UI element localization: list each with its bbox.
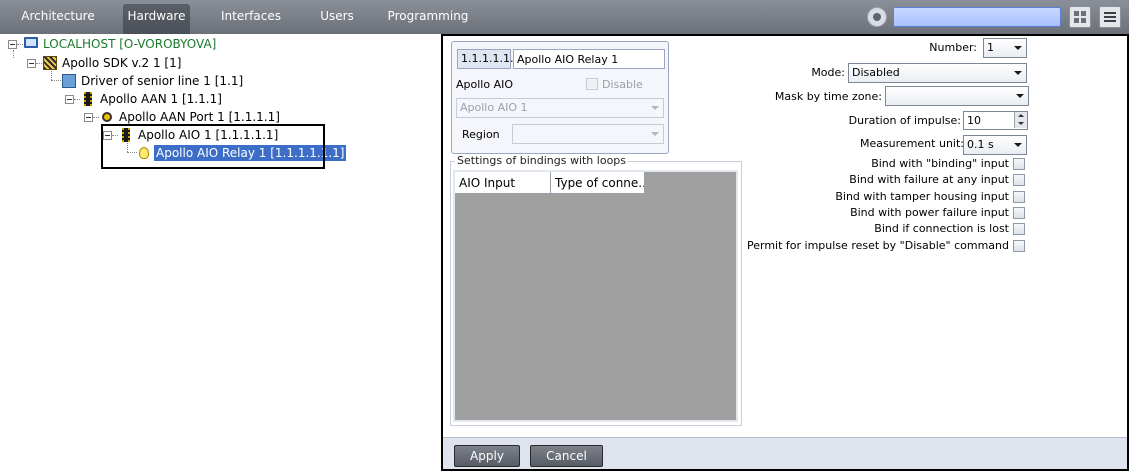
unit-label: Measurement unit: [859, 137, 964, 150]
bindings-title: Settings of bindings with loops [455, 154, 629, 167]
checkbox-label: Bind if connection is lost [874, 222, 1009, 235]
collapse-icon[interactable] [8, 40, 17, 49]
tab-architecture[interactable]: Architecture [14, 4, 102, 34]
top-navigation-bar: Architecture Hardware Interfaces Users P… [0, 0, 1129, 34]
bind-binding-input-checkbox[interactable] [1013, 158, 1025, 170]
bind-tamper-checkbox[interactable] [1013, 191, 1025, 203]
collapse-icon[interactable] [84, 113, 93, 122]
checkbox-label: Bind with "binding" input [871, 157, 1009, 170]
computer-icon [24, 37, 38, 48]
duration-label: Duration of impulse: [848, 114, 961, 127]
tab-hardware[interactable]: Hardware [123, 4, 190, 34]
settings-panel: 1.1.1.1.1. Apollo AIO Disable Apollo AIO… [441, 34, 1129, 471]
tree-node-label: Driver of senior line 1 [1.1] [81, 74, 244, 88]
checkbox-label: Bind with tamper housing input [835, 190, 1009, 203]
mode-select-value: Disabled [852, 66, 900, 79]
mode-select[interactable]: Disabled [848, 63, 1027, 83]
parent-select-value: Apollo AIO 1 [460, 101, 528, 114]
tree-line [51, 80, 61, 81]
grid-icon [1074, 11, 1086, 23]
tree-line [13, 50, 14, 58]
tab-programming[interactable]: Programming [386, 4, 470, 34]
mask-label: Mask by time zone: [774, 90, 882, 103]
tree-line [93, 117, 99, 118]
mask-select[interactable] [885, 86, 1029, 106]
checkbox-label: Permit for impulse reset by "Disable" co… [747, 239, 1009, 252]
hardware-tree: LOCALHOST [O-VOROBYOVA] Apollo SDK v.2 1… [0, 34, 441, 471]
driver-icon [62, 74, 76, 88]
unit-select-value: 0.1 s [967, 138, 994, 151]
panel-footer: Apply Cancel [443, 437, 1127, 469]
bind-connection-lost-checkbox[interactable] [1013, 223, 1025, 235]
chevron-down-icon [1014, 46, 1022, 50]
collapse-icon[interactable] [27, 59, 36, 68]
stepper-up-icon[interactable] [1014, 112, 1027, 120]
checkbox-label: Bind with failure at any input [849, 173, 1009, 186]
tree-node-label: Apollo AAN 1 [1.1.1] [100, 92, 222, 106]
column-header-connection-type[interactable]: Type of conne... [551, 172, 645, 194]
mode-label: Mode: [811, 66, 845, 79]
tree-line [17, 44, 23, 45]
parent-select[interactable]: Apollo AIO 1 [456, 98, 664, 118]
collapse-icon[interactable] [65, 95, 74, 104]
disable-checkbox[interactable] [586, 78, 598, 90]
object-name-input[interactable] [513, 49, 665, 69]
chevron-down-icon [1014, 143, 1022, 147]
tree-line [36, 63, 42, 64]
parent-label: Apollo AIO [456, 78, 514, 91]
menu-icon [1104, 12, 1116, 22]
column-header-aio-input[interactable]: AIO Input [455, 172, 551, 194]
highlight-frame [101, 124, 325, 169]
bind-failure-checkbox[interactable] [1013, 174, 1025, 186]
tab-interfaces[interactable]: Interfaces [212, 4, 290, 34]
chevron-down-icon [651, 106, 659, 110]
unit-select[interactable]: 0.1 s [963, 135, 1027, 155]
bind-power-failure-checkbox[interactable] [1013, 207, 1025, 219]
tree-node-label: Apollo SDK v.2 1 [1] [62, 56, 182, 70]
stepper-down-icon[interactable] [1014, 120, 1027, 128]
tree-line [74, 99, 80, 100]
grid-view-button[interactable] [1069, 6, 1091, 28]
port-icon [102, 112, 112, 122]
bindings-grid[interactable]: AIO Input Type of conne... [453, 170, 738, 422]
object-number: 1.1.1.1.1. [457, 49, 513, 69]
number-label: Number: [929, 41, 977, 54]
number-select[interactable]: 1 [983, 38, 1027, 58]
region-label: Region [462, 128, 500, 141]
checkbox-label: Bind with power failure input [850, 206, 1009, 219]
menu-button[interactable] [1099, 6, 1121, 28]
tree-node-label: Apollo AAN Port 1 [1.1.1.1] [119, 110, 280, 124]
search-input[interactable] [893, 7, 1061, 27]
cancel-button[interactable]: Cancel [530, 445, 603, 467]
tree-node-label: LOCALHOST [O-VOROBYOVA] [43, 37, 217, 51]
disable-label: Disable [602, 78, 643, 91]
tab-users[interactable]: Users [310, 4, 364, 34]
duration-value: 10 [967, 114, 981, 127]
gear-icon[interactable] [867, 7, 887, 27]
region-select[interactable] [512, 124, 664, 144]
apply-button[interactable]: Apply [454, 445, 520, 467]
duration-stepper[interactable]: 10 [963, 111, 1028, 130]
chip-icon [84, 92, 92, 106]
chevron-down-icon [651, 132, 659, 136]
number-select-value: 1 [987, 41, 994, 54]
sdk-icon [43, 56, 57, 70]
chevron-down-icon [1016, 94, 1024, 98]
object-group: 1.1.1.1.1. Apollo AIO Disable Apollo AIO… [451, 41, 669, 154]
permit-impulse-reset-checkbox[interactable] [1013, 240, 1025, 252]
chevron-down-icon [1014, 71, 1022, 75]
